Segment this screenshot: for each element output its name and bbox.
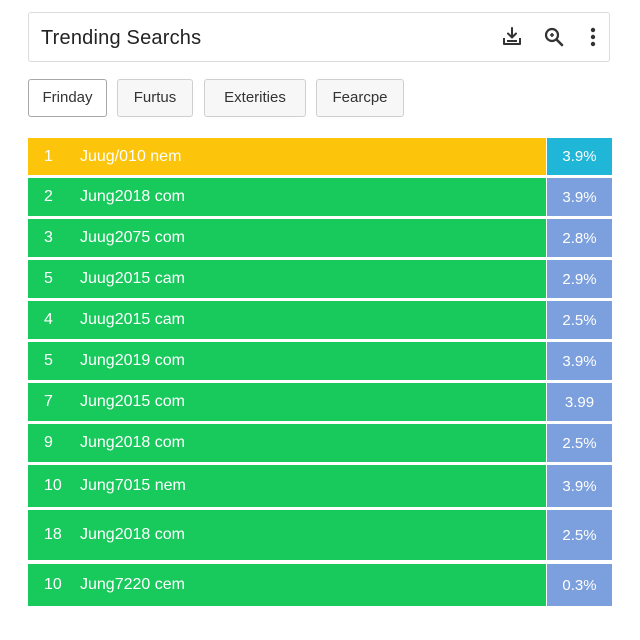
row-percentage: 0.3% [547,564,612,606]
row-percentage: 3.99 [547,383,612,421]
row-term-link[interactable]: Juug2015 cam [80,301,185,339]
row-term-link[interactable]: Jung2018 com [80,178,185,216]
panel-header: Trending Searchs [28,12,610,62]
row-percentage: 2.5% [547,510,612,560]
row-bar: 9 Jung2018 com [28,424,546,462]
row-rank: 7 [44,393,53,410]
row-bar: 18 Jung2018 com [28,510,546,560]
row-rank: 3 [44,229,53,246]
row-percentage: 2.8% [547,219,612,257]
row-rank: 1 [44,147,53,165]
row-term-link[interactable]: Juug2075 com [80,219,185,257]
row-bar: 2 Jung2018 com [28,178,546,216]
row-rank: 4 [44,311,53,328]
table-row[interactable]: 5 Juug2015 cam 2.9% [28,260,612,298]
row-term-link[interactable]: Jung2018 com [80,510,185,560]
table-row[interactable]: 10 Jung7220 cem 0.3% [28,564,612,606]
page-title: Trending Searchs [41,27,202,49]
row-percentage: 3.9% [547,465,612,507]
table-row[interactable]: 18 Jung2018 com 2.5% [28,510,612,560]
row-rank: 9 [44,434,53,451]
table-row[interactable]: 7 Jung2015 com 3.99 [28,383,612,421]
row-term-link[interactable]: Jung7220 cem [80,564,185,606]
row-percentage: 2.5% [547,424,612,462]
row-term-link[interactable]: Juug/010 nem [80,138,181,175]
row-term-link[interactable]: Jung7015 nem [80,465,186,507]
more-vertical-icon[interactable] [581,25,605,49]
row-percentage: 2.9% [547,260,612,298]
table-row[interactable]: 3 Juug2075 com 2.8% [28,219,612,257]
row-rank: 5 [44,270,53,287]
table-row[interactable]: 2 Jung2018 com 3.9% [28,178,612,216]
row-term-link[interactable]: Jung2015 com [80,383,185,421]
row-percentage: 2.5% [547,301,612,339]
row-rank: 10 [44,477,62,494]
row-bar: 7 Jung2015 com [28,383,546,421]
row-bar: 10 Jung7220 cem [28,564,546,606]
row-bar: 10 Jung7015 nem [28,465,546,507]
filter-button-fearcpe[interactable]: Fearcpe [316,79,404,117]
row-bar: 3 Juug2075 com [28,219,546,257]
table-row[interactable]: 4 Juug2015 cam 2.5% [28,301,612,339]
row-term-link[interactable]: Juug2015 cam [80,260,185,298]
row-bar: 4 Juug2015 cam [28,301,546,339]
filter-button-exterities[interactable]: Exterities [204,79,306,117]
row-percentage: 3.9% [547,178,612,216]
table-row[interactable]: 9 Jung2018 com 2.5% [28,424,612,462]
row-term-link[interactable]: Jung2019 com [80,342,185,380]
row-percentage: 3.9% [547,342,612,380]
row-rank: 10 [44,576,62,593]
table-row[interactable]: 1 Juug/010 nem 3.9% [28,138,612,175]
row-rank: 18 [44,526,62,543]
table-row[interactable]: 10 Jung7015 nem 3.9% [28,465,612,507]
row-percentage: 3.9% [547,138,612,175]
row-bar: 1 Juug/010 nem [28,138,546,175]
row-bar: 5 Juug2015 cam [28,260,546,298]
row-rank: 5 [44,352,53,369]
filter-button-furtus[interactable]: Furtus [117,79,193,117]
search-icon[interactable] [542,25,566,49]
row-term-link[interactable]: Jung2018 com [80,424,185,462]
row-bar: 5 Jung2019 com [28,342,546,380]
download-icon[interactable] [500,25,524,49]
row-rank: 2 [44,188,53,205]
filter-button-friday[interactable]: Frinday [28,79,107,117]
table-row[interactable]: 5 Jung2019 com 3.9% [28,342,612,380]
